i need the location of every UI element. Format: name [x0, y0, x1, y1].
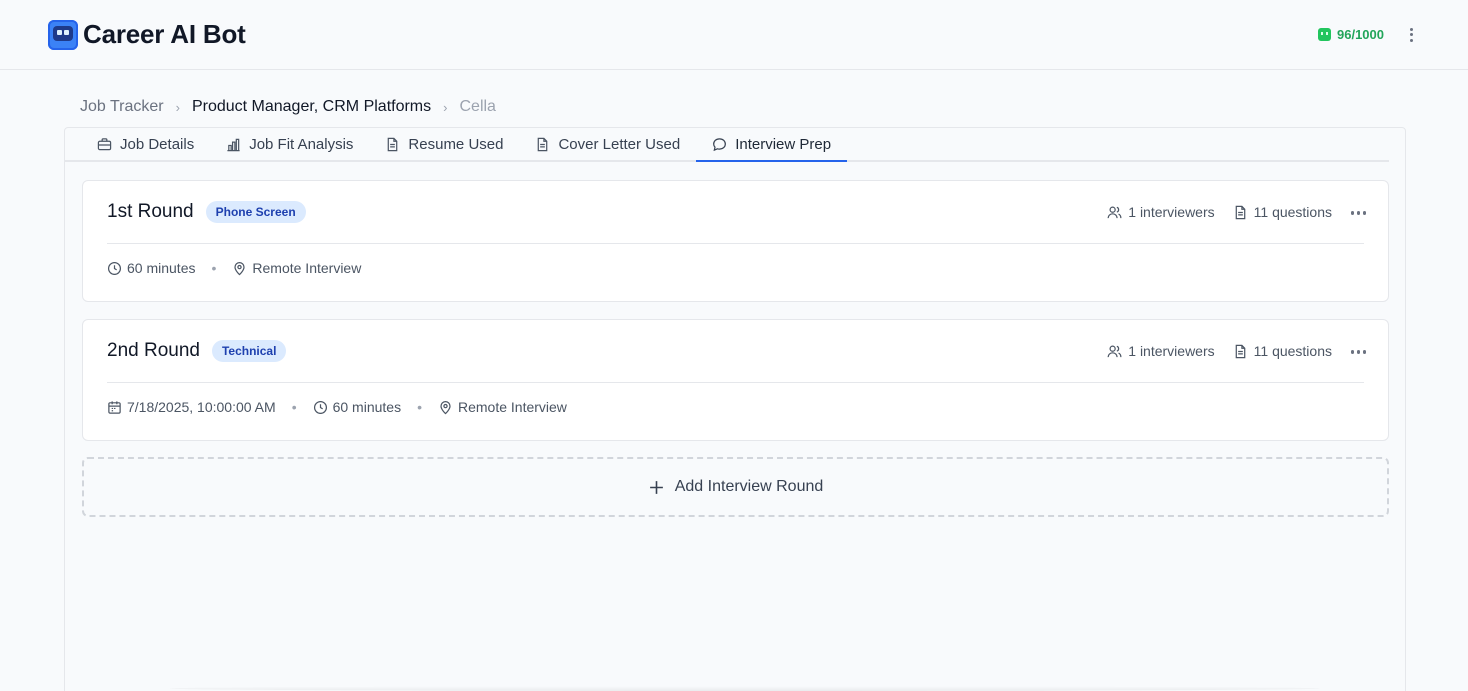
add-round-label: Add Interview Round [674, 478, 824, 495]
datetime-text: 7/18/2025, 10:00:00 AM [127, 399, 276, 415]
tab-job-details[interactable]: Job Details [81, 128, 210, 160]
tab-cover-letter-used[interactable]: Cover Letter Used [519, 128, 696, 160]
separator-dot: • [291, 399, 297, 415]
round-title: 2nd Round [107, 340, 200, 361]
tab-job-fit-analysis[interactable]: Job Fit Analysis [210, 128, 369, 160]
more-vertical-icon[interactable] [1406, 27, 1416, 42]
location-text: Remote Interview [252, 260, 362, 276]
document-icon [1235, 344, 1245, 358]
add-interview-round-button[interactable]: Add Interview Round [82, 457, 1389, 517]
breadcrumb: Job Tracker › Product Manager, CRM Platf… [80, 96, 496, 118]
document-icon [1235, 205, 1245, 219]
bottom-shadow [170, 686, 1320, 691]
duration: 60 minutes [313, 399, 401, 415]
more-horizontal-icon[interactable] [1350, 350, 1366, 354]
interviewers-text: 1 interviewers [1128, 343, 1215, 359]
round-type-badge: Technical [211, 340, 287, 362]
tab-label: Cover Letter Used [558, 135, 681, 153]
app-title: Career AI Bot [83, 19, 246, 49]
breadcrumb-company: Cella [459, 98, 496, 115]
duration-text: 60 minutes [332, 399, 402, 415]
map-pin-icon [234, 261, 246, 275]
briefcase-icon [97, 137, 112, 150]
chevron-right-icon: › [175, 99, 180, 115]
map-pin-icon [440, 400, 451, 414]
interviewers-count: 1 interviewers [1107, 343, 1215, 359]
users-icon [1107, 206, 1122, 218]
robot-credit-icon [1318, 28, 1331, 41]
tab-bar: Job Details Job Fit Analysis Resume Used… [65, 128, 1389, 162]
robot-logo-icon [48, 19, 78, 50]
scheduled-date: 7/18/2025, 10:00:00 AM [107, 399, 276, 415]
chevron-right-icon: › [443, 99, 448, 115]
users-icon [1107, 345, 1122, 357]
duration-text: 60 minutes [127, 260, 196, 276]
clock-icon [107, 261, 122, 275]
questions-text: 11 questions [1253, 204, 1332, 220]
round-title: 1st Round [107, 201, 194, 222]
chat-bubble-icon [713, 137, 727, 151]
tab-label: Interview Prep [735, 135, 832, 153]
tab-label: Job Details [120, 135, 195, 153]
round-type-badge: Phone Screen [205, 201, 306, 223]
calendar-icon [108, 400, 121, 414]
interview-round-card[interactable]: 2nd Round Technical 1 interviewers 11 qu… [82, 319, 1389, 441]
credits-counter: 96/1000 [1318, 27, 1384, 42]
interview-round-card[interactable]: 1st Round Phone Screen 1 interviewers 11… [82, 180, 1389, 302]
document-icon [538, 137, 548, 151]
breadcrumb-job-tracker[interactable]: Job Tracker [80, 98, 164, 116]
interviewers-count: 1 interviewers [1107, 204, 1215, 220]
separator-dot: • [211, 260, 217, 276]
questions-text: 11 questions [1253, 343, 1332, 359]
breadcrumb-job-title[interactable]: Product Manager, CRM Platforms [192, 98, 431, 116]
more-horizontal-icon[interactable] [1350, 211, 1366, 215]
questions-count: 11 questions [1233, 343, 1332, 359]
tab-label: Job Fit Analysis [249, 135, 354, 153]
location: Remote Interview [232, 260, 361, 276]
bar-chart-icon [227, 138, 240, 151]
clock-icon [313, 400, 327, 414]
interviewers-text: 1 interviewers [1128, 204, 1215, 220]
plus-icon [649, 480, 663, 494]
duration: 60 minutes [107, 260, 195, 276]
location: Remote Interview [438, 399, 567, 415]
document-icon [388, 137, 398, 151]
location-text: Remote Interview [457, 399, 567, 415]
questions-count: 11 questions [1233, 204, 1332, 220]
tab-label: Resume Used [408, 135, 504, 153]
app-header: Career AI Bot 96/1000 [0, 0, 1468, 70]
brand[interactable]: Career AI Bot [48, 19, 246, 50]
tab-interview-prep[interactable]: Interview Prep [696, 128, 847, 162]
credits-value: 96/1000 [1337, 27, 1384, 42]
separator-dot: • [417, 399, 422, 415]
tab-resume-used[interactable]: Resume Used [369, 128, 519, 160]
job-detail-panel: Job Details Job Fit Analysis Resume Used… [64, 127, 1406, 691]
